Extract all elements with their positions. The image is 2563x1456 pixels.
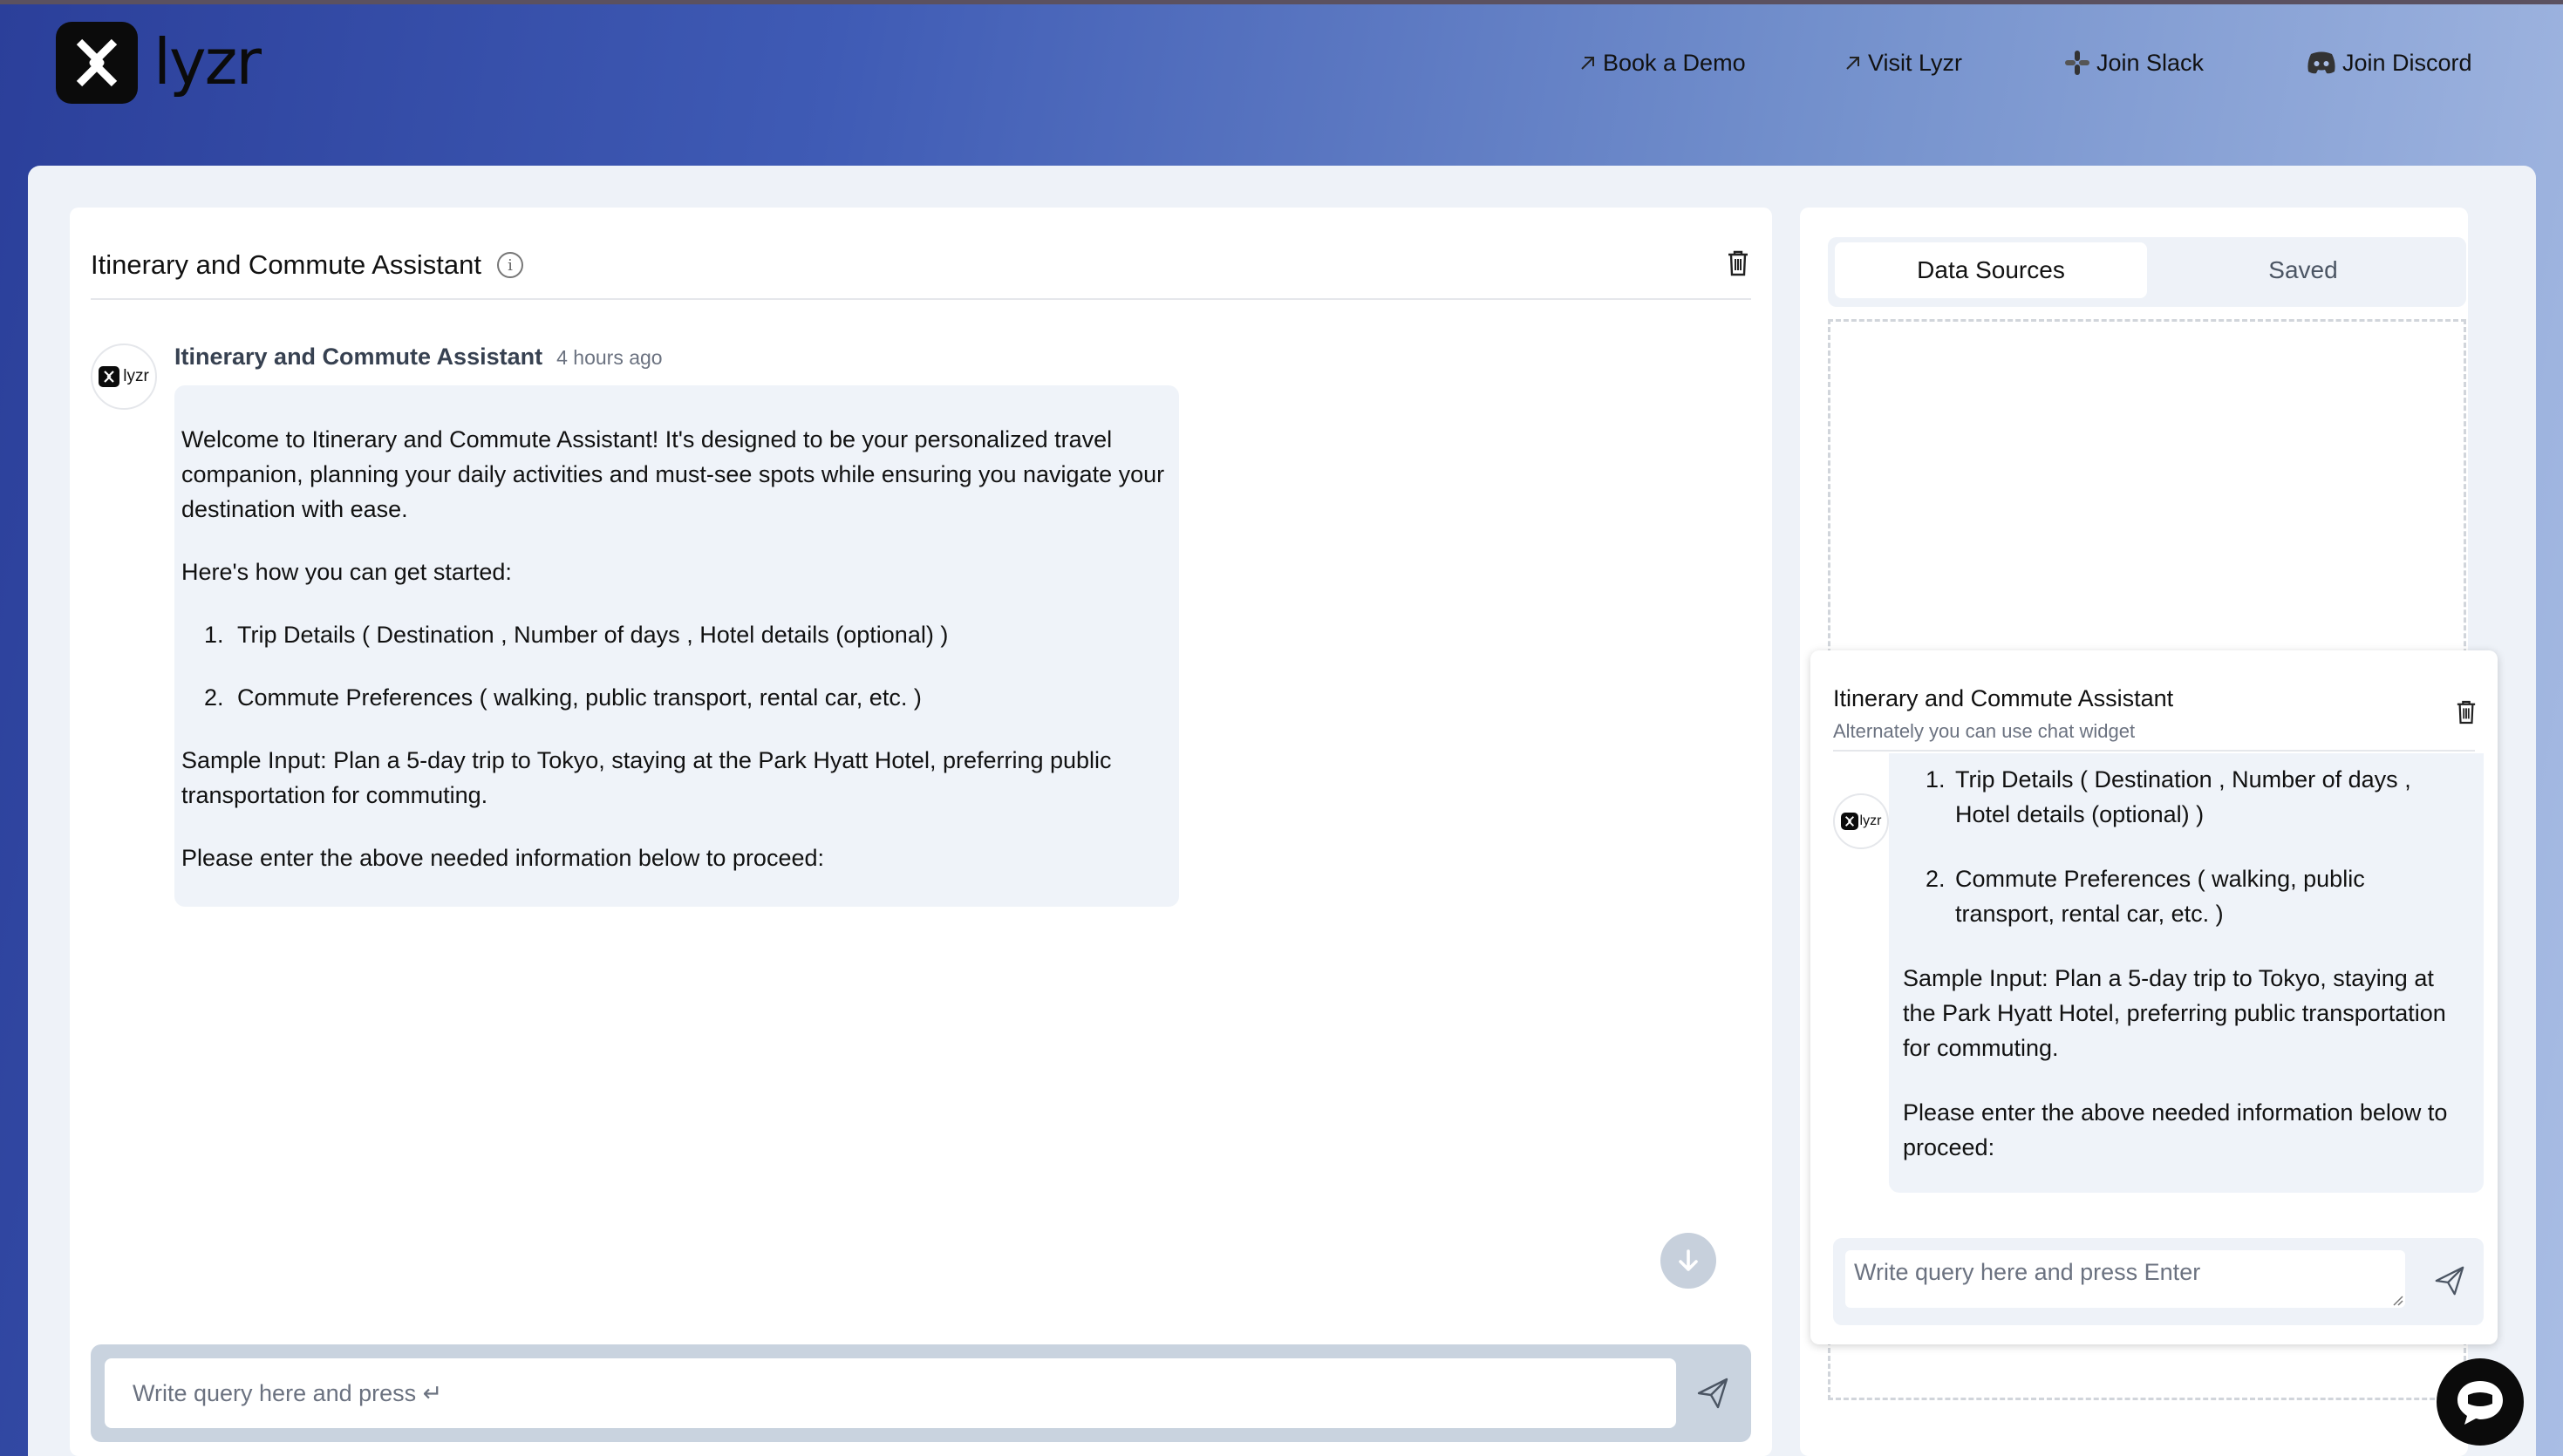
message-steps: Trip Details ( Destination , Number of d… bbox=[181, 617, 1165, 715]
tab-saved[interactable]: Saved bbox=[2147, 242, 2459, 298]
widget-subtitle: Alternately you can use chat widget bbox=[1833, 720, 2136, 742]
assistant-message-bubble: Welcome to Itinerary and Commute Assista… bbox=[174, 385, 1179, 907]
arrow-up-right-icon bbox=[1844, 53, 1863, 72]
join-slack-label: Join Slack bbox=[2096, 49, 2205, 76]
list-item: Commute Preferences ( walking, public tr… bbox=[1952, 861, 2470, 931]
join-discord-label: Join Discord bbox=[2342, 49, 2472, 76]
message-meta: Itinerary and Commute Assistant 4 hours … bbox=[174, 344, 663, 371]
join-discord-link[interactable]: Join Discord bbox=[2306, 44, 2472, 82]
visit-lyzr-link[interactable]: Visit Lyzr bbox=[1844, 44, 1962, 82]
widget-title: Itinerary and Commute Assistant bbox=[1833, 685, 2174, 711]
lyzr-logo-icon bbox=[99, 366, 120, 387]
widget-header-divider bbox=[1833, 750, 2475, 752]
lyzr-logo-icon bbox=[1840, 813, 1858, 830]
widget-assistant-avatar: lyzr bbox=[1833, 793, 1889, 849]
visit-lyzr-label: Visit Lyzr bbox=[1868, 49, 1963, 76]
message-started: Here's how you can get started: bbox=[181, 559, 512, 585]
avatar-label: lyzr bbox=[123, 367, 149, 385]
book-demo-label: Book a Demo bbox=[1603, 49, 1746, 76]
widget-message-proceed: Please enter the above needed informatio… bbox=[1903, 1099, 2448, 1160]
clear-chat-button[interactable] bbox=[1727, 249, 1749, 282]
send-button[interactable] bbox=[1695, 1376, 1730, 1415]
list-item: Trip Details ( Destination , Number of d… bbox=[230, 617, 1165, 652]
chat-title: Itinerary and Commute Assistant bbox=[91, 249, 481, 280]
send-icon bbox=[1697, 1378, 1728, 1409]
widget-message-bubble: Trip Details ( Destination , Number of d… bbox=[1889, 753, 2484, 1193]
chat-bubble-icon bbox=[2457, 1381, 2503, 1425]
widget-send-button[interactable] bbox=[2433, 1264, 2466, 1302]
trash-icon bbox=[1728, 250, 1748, 276]
trash-icon bbox=[2457, 700, 2476, 725]
list-item: Commute Preferences ( walking, public tr… bbox=[230, 680, 1165, 715]
message-proceed: Please enter the above needed informatio… bbox=[181, 845, 825, 871]
logo-wordmark: lyzr bbox=[153, 25, 262, 99]
chat-query-input[interactable] bbox=[105, 1358, 1676, 1428]
scroll-to-bottom-button[interactable] bbox=[1660, 1233, 1716, 1289]
message-sample: Sample Input: Plan a 5-day trip to Tokyo… bbox=[181, 747, 1112, 808]
avatar-label: lyzr bbox=[1859, 813, 1882, 828]
discord-icon bbox=[2306, 51, 2337, 75]
message-sender: Itinerary and Commute Assistant bbox=[174, 344, 543, 370]
list-item: Trip Details ( Destination , Number of d… bbox=[1952, 762, 2470, 832]
message-timestamp: 4 hours ago bbox=[556, 346, 663, 369]
arrow-down-icon bbox=[1679, 1249, 1698, 1271]
arrow-up-right-icon bbox=[1578, 53, 1598, 72]
chat-widget: Itinerary and Commute Assistant Alternat… bbox=[1810, 650, 2498, 1344]
assistant-avatar: lyzr bbox=[91, 344, 157, 410]
widget-query-input[interactable] bbox=[1845, 1250, 2405, 1308]
lyzr-logo-icon[interactable] bbox=[56, 22, 138, 104]
widget-message-steps: Trip Details ( Destination , Number of d… bbox=[1903, 762, 2470, 931]
send-icon bbox=[2435, 1266, 2464, 1296]
chat-header: Itinerary and Commute Assistant i bbox=[91, 246, 523, 284]
widget-message-sample: Sample Input: Plan a 5-day trip to Tokyo… bbox=[1903, 965, 2446, 1061]
tab-data-sources[interactable]: Data Sources bbox=[1835, 242, 2147, 298]
resize-handle-icon[interactable] bbox=[2391, 1294, 2403, 1306]
info-icon[interactable]: i bbox=[496, 252, 523, 278]
book-demo-link[interactable]: Book a Demo bbox=[1578, 44, 1746, 82]
chat-header-divider bbox=[91, 298, 1751, 300]
top-header: lyzr bbox=[0, 4, 2563, 166]
slack-icon bbox=[2063, 49, 2091, 77]
chat-widget-toggle-button[interactable] bbox=[2437, 1358, 2524, 1446]
message-intro: Welcome to Itinerary and Commute Assista… bbox=[181, 426, 1165, 522]
join-slack-link[interactable]: Join Slack bbox=[2063, 44, 2204, 82]
widget-clear-button[interactable] bbox=[2456, 699, 2477, 730]
